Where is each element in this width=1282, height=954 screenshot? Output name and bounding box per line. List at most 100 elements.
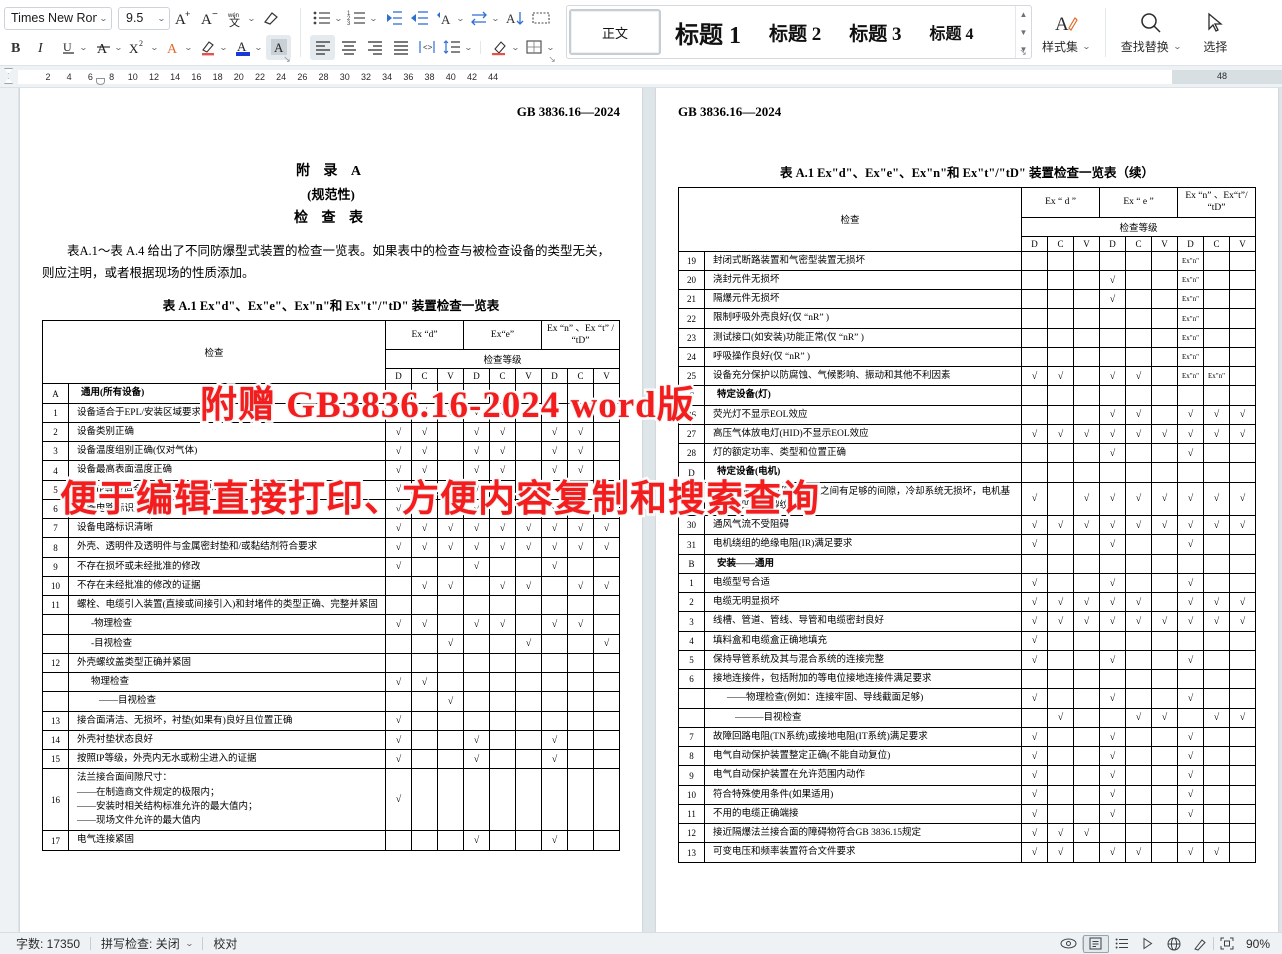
table-row[interactable]: 19 封闭式断路装置和气密型装置无损坏 Ex"n" — [678, 250, 1256, 271]
first-line-indent-marker[interactable] — [4, 68, 13, 74]
table-row[interactable]: 11 不用的电缆正确端接 √ √ √ — [678, 803, 1256, 825]
scroll-down-icon[interactable]: ▼ — [1020, 28, 1028, 37]
table-row[interactable]: 7 设备电路标识清晰 √ √ √ √ √ √ √ √ √ — [42, 518, 620, 539]
select-button[interactable]: 选择 — [1187, 4, 1243, 62]
table-row[interactable]: 9 不存在损坏或未经批准的修改 √ √ √ — [42, 556, 620, 577]
table-row[interactable]: 15 按照IP等级，外壳内无水或粉尘进入的证据 √ √ √ — [42, 749, 620, 770]
table-row[interactable]: 20 浇封元件无损坏 √ Ex"n" — [678, 269, 1256, 291]
font-dialog-launcher[interactable]: ↘ — [282, 54, 292, 64]
ruler-margin-right[interactable]: 48 — [1172, 69, 1282, 84]
globe-icon[interactable] — [1161, 935, 1187, 953]
document-canvas[interactable]: GB 3836.16—2024 附 录 A (规范性) 检 查 表 表A.1～表… — [0, 88, 1282, 932]
table-row[interactable]: 29 电机风扇与外壳和/或外罩之间有足够的间隙，冷却系统无损坏，电机基础没有凹痕或… — [678, 481, 1256, 517]
style-item-heading-4[interactable]: 标题 4 — [916, 9, 988, 55]
outline-icon[interactable] — [1109, 935, 1135, 953]
align-center-button[interactable] — [336, 35, 361, 60]
shrink-font-button[interactable]: A − — [197, 6, 222, 31]
table-row[interactable]: 21 隔爆元件无损坏 √ Ex"n" — [678, 289, 1256, 310]
table-row[interactable]: 14 外壳衬垫状态良好 √ √ √ — [42, 729, 620, 751]
table-row[interactable]: 4 填料盒和电缆盒正确地填充 √ — [678, 630, 1256, 651]
fullscreen-icon[interactable] — [1214, 935, 1240, 953]
table-row[interactable]: 1 设备适合于EPL/安装区域要求 √ √ √ √ √ √ √ √ √ — [42, 402, 620, 423]
table-row[interactable]: 10 符合特殊使用条件(如果适用) √ √ √ — [678, 784, 1256, 805]
zoom-level-label[interactable]: 90% — [1240, 937, 1276, 951]
horizontal-ruler[interactable]: 2 4 6 8 10 12 14 16 18 20 22 24 26 28 30 32 34 36 38 40 42 44… — [0, 66, 1282, 88]
table-row[interactable]: 5 保持导管系统及其与混合系统的连接完整 √ √ √ — [678, 649, 1256, 671]
justify-button[interactable] — [388, 35, 413, 60]
table-row[interactable]: 8 外壳、透明件及透明件与金属密封垫和/或黏结剂符合要求 √ √ √ √ √ √ √ √ √ — [42, 537, 620, 558]
table-row[interactable]: 30 通风气流不受阻碍 √ √ √ √ √ √ √ √ √ — [678, 515, 1256, 536]
table-row[interactable]: 7 故障回路电阻(TN系统)或接地电阻(IT系统)满足要求 √ √ √ — [678, 726, 1256, 748]
superscript-button[interactable]: X2 ⌄ — [126, 35, 160, 60]
table-row[interactable]: 12 接近隔爆法兰接合面的障碍物符合GB 3836.15规定 √ √ √ — [678, 823, 1256, 844]
style-item-heading-1[interactable]: 标题 1 — [661, 9, 755, 55]
clear-formatting-button[interactable] — [258, 6, 283, 31]
style-item-normal[interactable]: 正文 — [569, 9, 661, 55]
ruler-scale[interactable]: 2 4 6 8 10 12 14 16 18 20 22 24 26 28 30 32 34 36 38 40 42 44 — [18, 69, 1172, 85]
table-row[interactable]: 5 设备IP等级适合于保护等级/类别/导电性 √ √ √ √ √ √ √ √ √ — [42, 479, 620, 500]
paragraph-dialog-launcher[interactable]: ↘ — [547, 54, 557, 64]
shading-button[interactable]: ⌄ — [487, 35, 521, 60]
document-page-right[interactable]: GB 3836.16—2024 表 A.1 Ex"d"、Ex"e"、Ex"n"和… — [656, 88, 1278, 932]
font-name-combobox[interactable]: Times New Roma ⌄ — [4, 6, 112, 30]
left-indent-marker[interactable] — [96, 77, 105, 85]
line-spacing-button[interactable]: ⌄ — [440, 35, 474, 60]
table-row[interactable]: 27 高压气体放电灯(HID)不显示EOL效应 √ √ √ √ √ √ √ √ √ — [678, 423, 1256, 445]
highlight-color-button[interactable]: ⌄ — [196, 35, 230, 60]
table-row[interactable]: 28 灯的额定功率、类型和位置正确 √ √ — [678, 443, 1256, 464]
style-set-button[interactable]: A 样式集 ⌄ — [1036, 4, 1096, 62]
table-row[interactable]: 4 设备最高表面温度正确 √ √ √ √ √ √ — [42, 460, 620, 481]
table-row[interactable]: 6 设备电路标识正确 √ √ √ — [42, 498, 620, 520]
style-item-heading-2[interactable]: 标题 2 — [755, 9, 835, 55]
text-effects-button[interactable]: A ⌄ — [161, 35, 195, 60]
table-row[interactable]: 25 设备充分保护以防腐蚀、气候影响、振动和其他不利因素 √ √ √ √ Ex"n" Ex"n… — [678, 366, 1256, 387]
table-row[interactable]: 2 设备类别正确 √ √ √ √ √ √ — [42, 421, 620, 443]
align-left-button[interactable] — [310, 34, 335, 60]
table-row[interactable]: 17 电气连接紧固 √ √ — [42, 830, 620, 851]
align-right-button[interactable] — [362, 35, 387, 60]
print-layout-icon[interactable] — [1082, 934, 1109, 953]
web-layout-icon[interactable] — [1135, 935, 1161, 953]
increase-indent-button[interactable] — [406, 6, 431, 31]
table-row[interactable]: 8 电气自动保护装置整定正确(不能自动复位) √ √ √ — [678, 746, 1256, 767]
phonetic-guide-button[interactable]: wén 文 ⌄ — [223, 6, 257, 31]
table-row[interactable]: 24 呼吸操作良好(仅 “nR” ) Ex"n" — [678, 346, 1256, 368]
hanging-indent-marker[interactable] — [4, 78, 13, 84]
text-direction-button[interactable]: ⌄ — [467, 6, 501, 31]
proofread-status[interactable]: 校对 — [203, 935, 247, 952]
style-item-heading-3[interactable]: 标题 3 — [835, 9, 915, 55]
distribute-button[interactable]: <> — [414, 35, 439, 60]
table-row[interactable]: A 通用(所有设备) — [42, 383, 620, 404]
numbering-button[interactable]: 123 ⌄ — [345, 6, 379, 31]
table-row[interactable]: 26 荧光灯不显示EOL效应 √ √ √ √ √ — [678, 404, 1256, 425]
table-row[interactable]: 1 电缆型号合适 √ √ √ — [678, 572, 1256, 594]
table-row[interactable]: 9 电气自动保护装置在允许范围内动作 √ √ √ — [678, 765, 1256, 786]
table-row[interactable]: 12 外壳螺纹盖类型正确并紧固 — [42, 652, 620, 674]
document-page-left[interactable]: GB 3836.16—2024 附 录 A (规范性) 检 查 表 表A.1～表… — [20, 88, 642, 932]
table-row[interactable]: 22 限制呼吸外壳良好(仅 “nR” ) Ex"n" — [678, 308, 1256, 329]
font-size-combobox[interactable]: 9.5 ⌄ — [118, 6, 170, 30]
underline-button[interactable]: U ⌄ — [56, 35, 90, 60]
table-row[interactable]: 13 可变电压和频率装置符合文件要求 √ √ √ √ √ √ — [678, 842, 1256, 863]
bold-button[interactable]: B — [4, 35, 29, 60]
bullets-button[interactable]: ⌄ — [310, 6, 344, 31]
styles-dialog-launcher[interactable]: ↘ — [1018, 47, 1028, 57]
chevron-down-icon[interactable]: ⌄ — [185, 939, 194, 948]
word-count-status[interactable]: 字数: 17350 — [6, 935, 90, 952]
spell-check-status[interactable]: 拼写检查: 关闭 ⌄ — [91, 935, 202, 952]
italic-button[interactable]: I — [30, 35, 55, 60]
table-row[interactable]: 13 接合面清洁、无损坏，衬垫(如果有)良好且位置正确 √ — [42, 710, 620, 731]
table-row[interactable]: 31 电机绕组的绝缘电阻(IR)满足要求 √ √ √ — [678, 534, 1256, 555]
table-row[interactable]: 23 测试接口(如安装)功能正常(仅 “nR” ) Ex"n" — [678, 327, 1256, 348]
strikethrough-button[interactable]: A ⌄ — [91, 35, 125, 60]
table-row[interactable]: D 特定设备(电机) — [678, 462, 1256, 483]
show-marks-button[interactable] — [528, 6, 553, 31]
inspection-table-right[interactable]: 检查 Ex “ d ” Ex “ e ” Ex “n” 、Ex“t”/ “tD” 检查等… — [678, 187, 1256, 863]
indent-markers[interactable] — [0, 66, 18, 87]
eye-icon[interactable] — [1056, 935, 1082, 953]
inspection-table-left[interactable]: 检查 Ex “d” Ex“e” Ex “n” 、Ex “t” / “tD” 检查等级 D C… — [42, 319, 620, 851]
font-color-button[interactable]: A ⌄ — [231, 35, 265, 60]
table-row[interactable]: -物理检查 √ √ √ √ √ √ — [42, 614, 620, 635]
table-row[interactable]: 3 设备温度组别正确(仅对气体) √ √ √ √ √ √ — [42, 441, 620, 462]
table-row[interactable]: 16 法兰接合面间隙尺寸： ——在制造商文件规定的极限内； ——安装时相关结构标准允许… — [42, 768, 620, 832]
